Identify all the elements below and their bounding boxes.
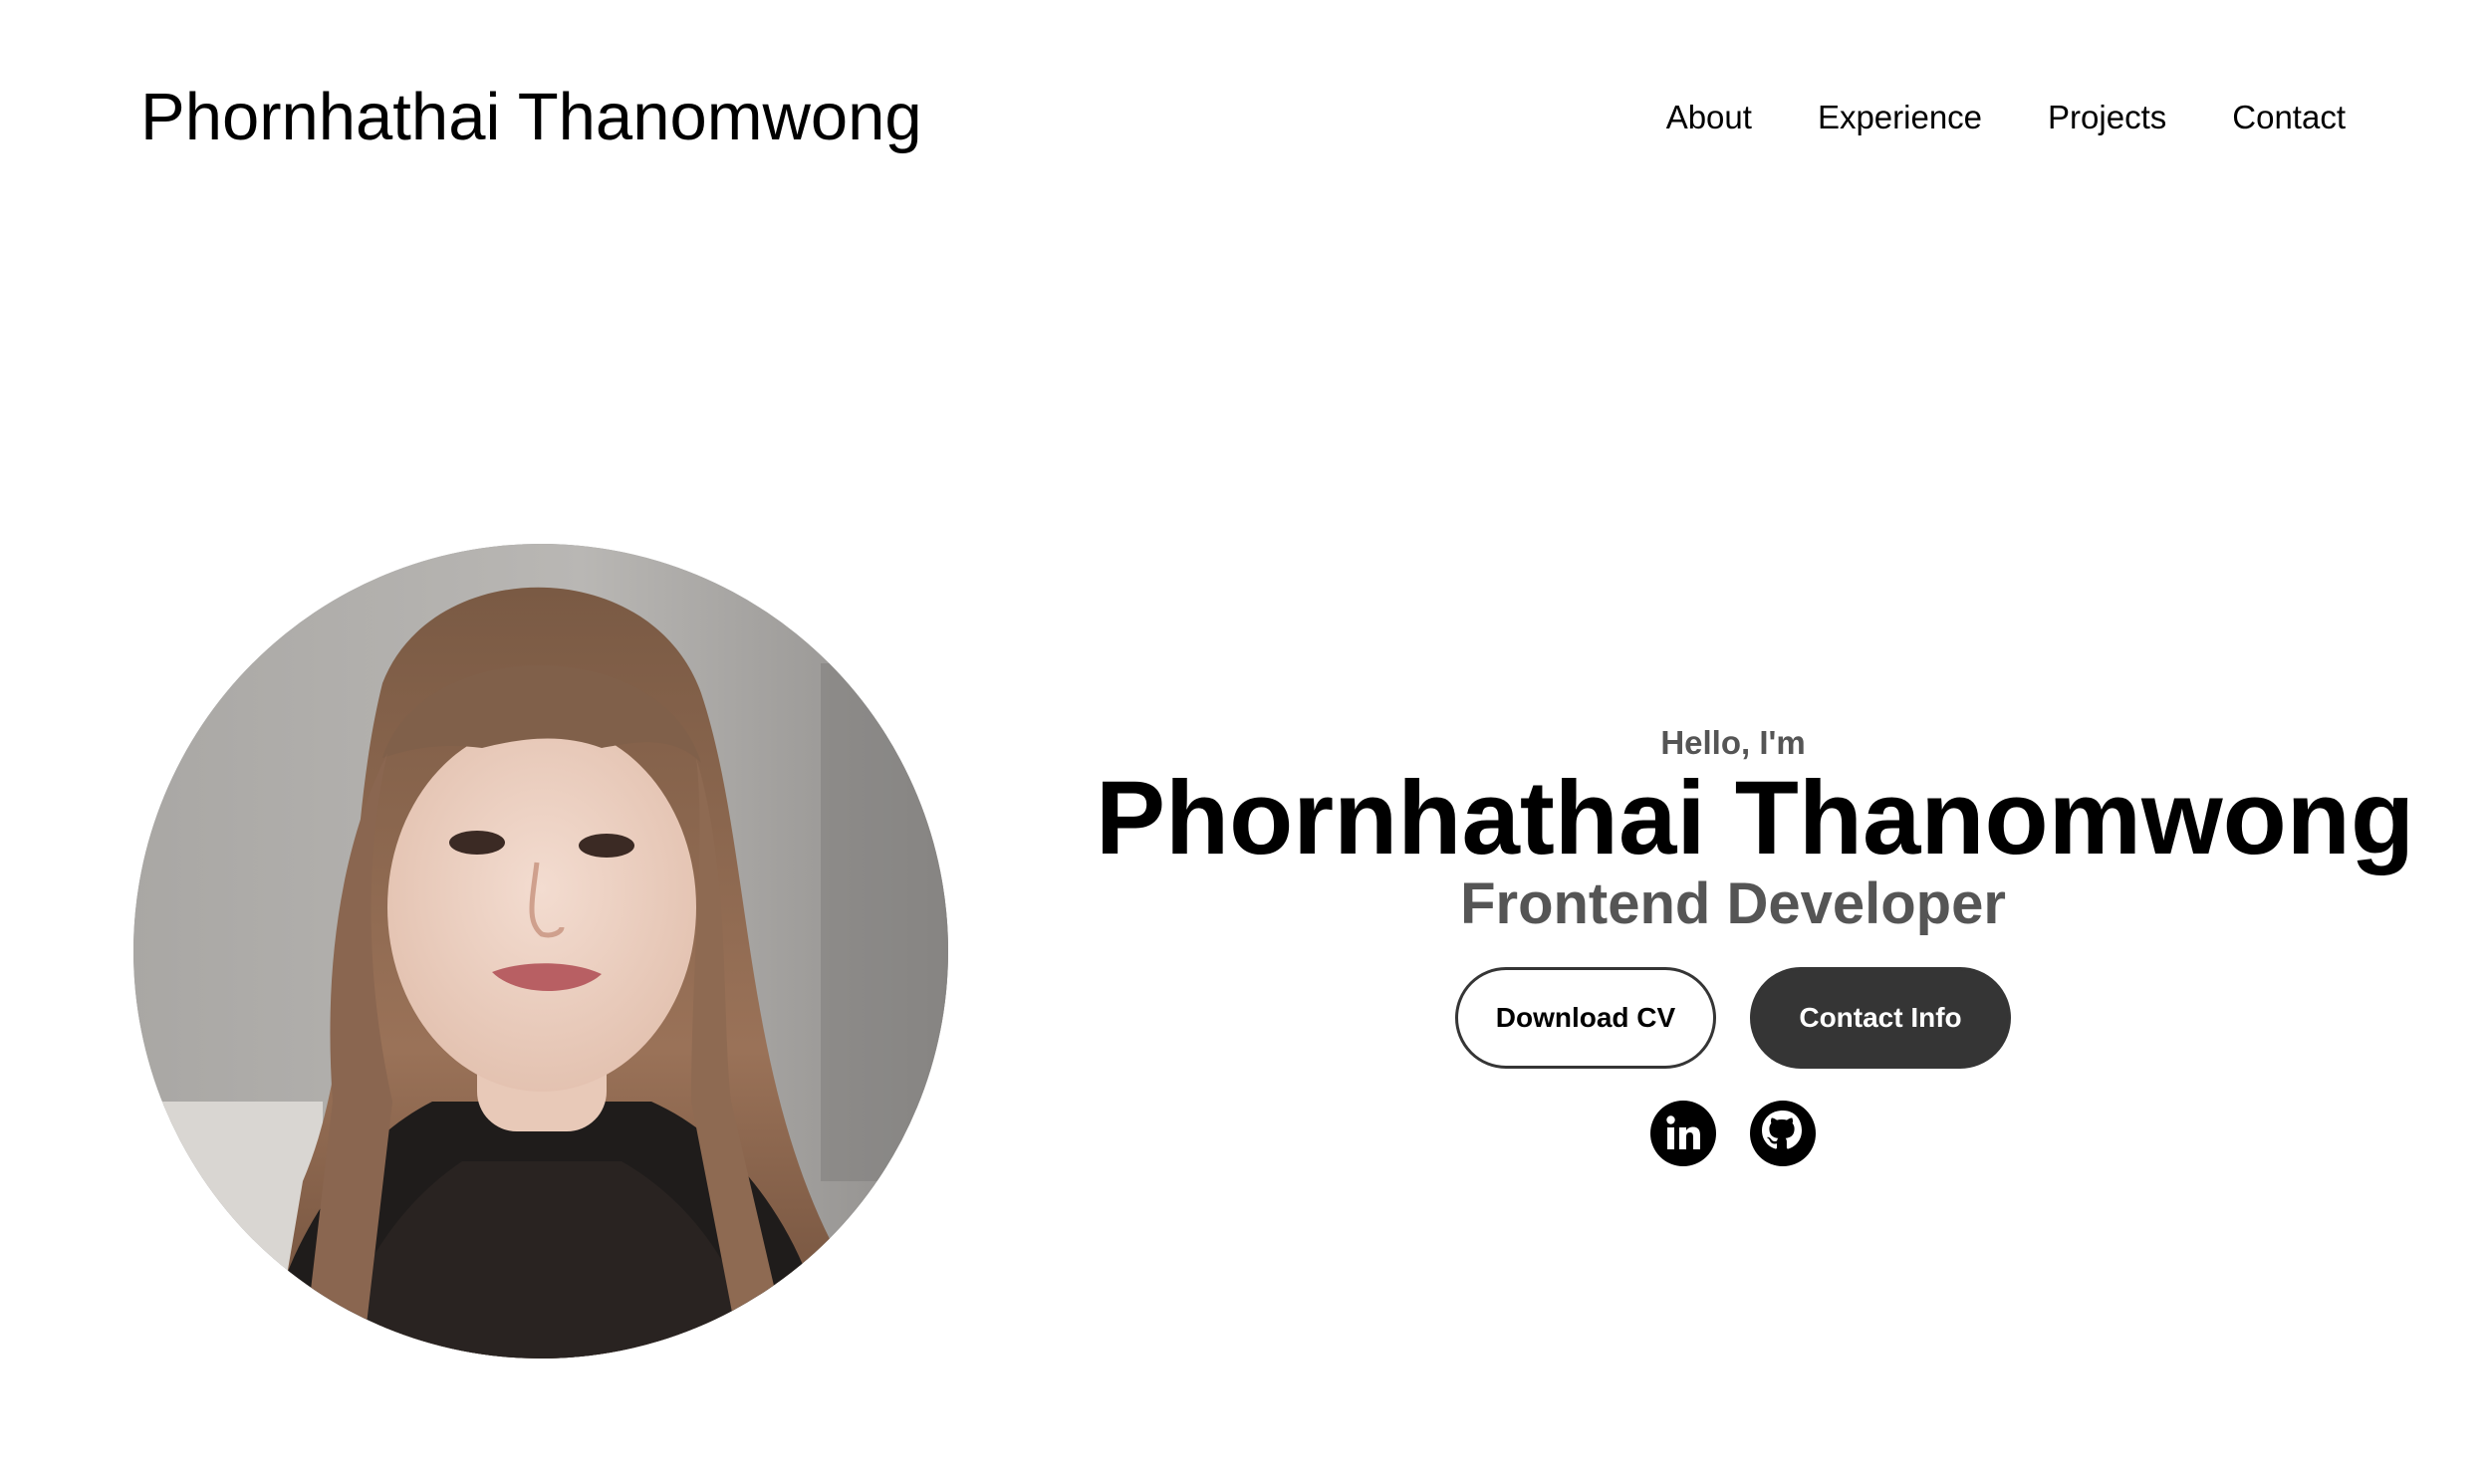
nav-link-projects[interactable]: Projects [2048,96,2166,139]
page: Phornhathai Thanomwong About Experience … [0,0,2490,1484]
main-nav: About Experience Projects Contact [1666,96,2346,139]
linkedin-icon[interactable] [1650,1101,1716,1166]
site-logo[interactable]: Phornhathai Thanomwong [140,78,922,157]
profile-photo-image [133,544,948,1359]
contact-info-button[interactable]: Contact Info [1750,967,2011,1069]
github-icon[interactable] [1750,1101,1816,1166]
nav-link-experience[interactable]: Experience [1818,96,1982,139]
greeting-text: Hello, I'm [1660,724,1806,761]
nav-link-about[interactable]: About [1666,96,1752,139]
job-title: Frontend Developer [1460,871,2006,936]
hero-buttons: Download CV Contact Info [1096,967,2370,1069]
nav-link-contact[interactable]: Contact [2232,96,2346,139]
profile-photo [133,544,948,1359]
hero-name: Phornhathai Thanomwong [1096,760,2415,876]
social-links [1096,1101,2370,1166]
hero-section: Hello, I'm Phornhathai Thanomwong Fronte… [1096,722,2415,1166]
download-cv-button[interactable]: Download CV [1455,967,1716,1069]
